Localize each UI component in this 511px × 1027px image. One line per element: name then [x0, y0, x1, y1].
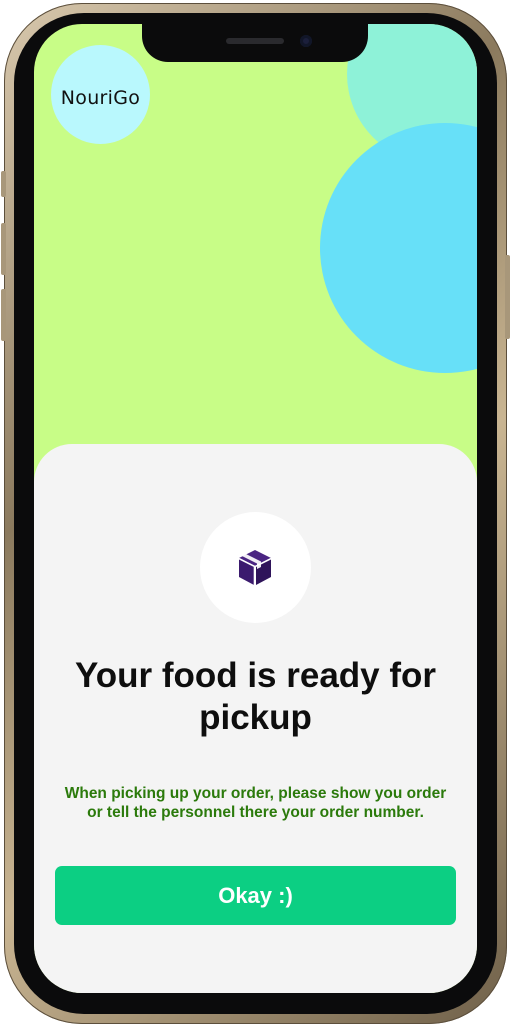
silent-switch — [1, 171, 6, 197]
icon-badge — [200, 512, 311, 623]
earpiece-speaker — [226, 38, 284, 44]
pickup-instructions: When picking up your order, please show … — [64, 785, 447, 821]
pickup-title: Your food is ready for pickup — [74, 656, 437, 737]
package-icon — [238, 550, 272, 585]
notch — [142, 24, 368, 62]
front-camera — [300, 35, 312, 47]
volume-up-button — [1, 223, 6, 275]
pickup-ready-sheet: Your food is ready for pickup When picki… — [34, 444, 477, 993]
app-screen: NouriGo Your food is ready for pickup Wh… — [34, 24, 477, 993]
decorative-blue-circle — [320, 123, 477, 373]
app-logo: NouriGo — [51, 45, 150, 144]
power-button — [505, 255, 510, 339]
volume-down-button — [1, 289, 6, 341]
logo-text: NouriGo — [60, 87, 141, 109]
okay-button[interactable]: Okay :) — [55, 866, 456, 925]
